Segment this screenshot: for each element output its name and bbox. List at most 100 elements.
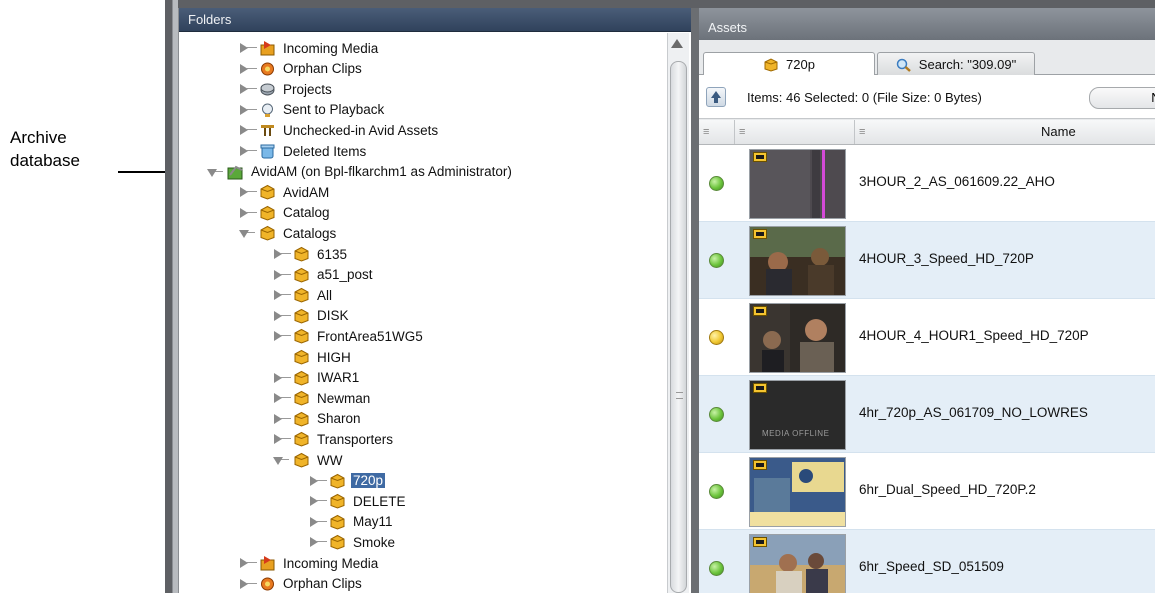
- collapsed-arrow-icon[interactable]: [237, 62, 257, 76]
- tab-720p[interactable]: 720p: [703, 52, 875, 76]
- folder-tree-item[interactable]: Sent to Playback: [237, 100, 386, 120]
- status-indicator-icon: [709, 253, 724, 268]
- folder-tree-item[interactable]: 720p: [307, 471, 386, 491]
- asset-thumbnail[interactable]: [749, 534, 846, 593]
- collapsed-arrow-icon[interactable]: [307, 494, 327, 508]
- collapsed-arrow-icon[interactable]: [237, 185, 257, 199]
- collapsed-arrow-icon[interactable]: [237, 577, 257, 591]
- projects-icon: [259, 81, 276, 97]
- asset-thumbnail[interactable]: [749, 226, 846, 296]
- folder-tree-item[interactable]: IWAR1: [271, 368, 361, 388]
- folder-tree-item[interactable]: Orphan Clips: [237, 59, 364, 79]
- thumbnail-column-header[interactable]: ≡: [735, 120, 855, 144]
- column-menu-icon[interactable]: ≡: [859, 126, 865, 138]
- collapsed-arrow-icon[interactable]: [271, 391, 291, 405]
- scrollbar-thumb[interactable]: [670, 61, 687, 593]
- folder-tree-item[interactable]: Incoming Media: [237, 553, 380, 573]
- table-row[interactable]: 4HOUR_4_HOUR1_Speed_HD_720P: [699, 299, 1155, 376]
- folder-tree-item[interactable]: Newman: [271, 388, 372, 408]
- collapsed-arrow-icon[interactable]: [237, 82, 257, 96]
- collapsed-arrow-icon[interactable]: [271, 432, 291, 446]
- film-icon: [753, 152, 767, 162]
- collapsed-arrow-icon[interactable]: [237, 41, 257, 55]
- status-column-header[interactable]: ≡: [699, 120, 735, 144]
- column-menu-icon[interactable]: ≡: [739, 126, 745, 138]
- scroll-up-icon[interactable]: [671, 39, 683, 48]
- folder-tree-item[interactable]: Projects: [237, 79, 334, 99]
- collapsed-arrow-icon[interactable]: [237, 103, 257, 117]
- folder-tree-item[interactable]: AvidAM: [237, 182, 331, 202]
- folder-tree-item[interactable]: Unchecked-in Avid Assets: [237, 120, 440, 140]
- column-menu-icon[interactable]: ≡: [703, 126, 709, 138]
- folder-label: Incoming Media: [283, 40, 379, 56]
- collapsed-arrow-icon[interactable]: [307, 535, 327, 549]
- table-row[interactable]: MEDIA OFFLINE 4hr_720p_AS_061709_NO_LOWRE…: [699, 376, 1155, 453]
- collapsed-arrow-icon[interactable]: [271, 371, 291, 385]
- tab-search[interactable]: Search: "309.09": [877, 52, 1035, 76]
- table-row[interactable]: 4HOUR_3_Speed_HD_720P: [699, 222, 1155, 299]
- collapsed-arrow-icon[interactable]: [271, 309, 291, 323]
- folder-tree-item[interactable]: HIGH: [271, 347, 353, 367]
- go-up-button[interactable]: [706, 87, 726, 107]
- collapsed-arrow-icon[interactable]: [271, 329, 291, 343]
- folder-tree-item[interactable]: DELETE: [307, 491, 408, 511]
- table-row[interactable]: 6hr_Dual_Speed_HD_720P.2: [699, 453, 1155, 530]
- name-column-header[interactable]: ≡ Name: [855, 120, 1155, 144]
- collapsed-arrow-icon[interactable]: [271, 268, 291, 282]
- asset-thumbnail[interactable]: [749, 303, 846, 373]
- folder-tree[interactable]: Incoming Media Orphan Clips Projects Sent t…: [179, 38, 666, 593]
- folder-tree-item[interactable]: Transporters: [271, 429, 395, 449]
- grip-icon: [676, 392, 683, 399]
- folder-tree-item[interactable]: Smoke: [307, 532, 397, 552]
- collapsed-arrow-icon[interactable]: [271, 247, 291, 261]
- collapsed-arrow-icon[interactable]: [237, 206, 257, 220]
- collapsed-arrow-icon[interactable]: [237, 123, 257, 137]
- asset-thumbnail[interactable]: [749, 457, 846, 527]
- folder-tree-item[interactable]: Catalog: [237, 203, 332, 223]
- folders-scrollbar[interactable]: [667, 33, 689, 593]
- folder-tree-item[interactable]: a51_post: [271, 265, 375, 285]
- asset-name: 4hr_720p_AS_061709_NO_LOWRES: [859, 405, 1088, 420]
- archive-database-icon: [227, 164, 244, 180]
- expanded-arrow-icon[interactable]: [205, 165, 223, 179]
- asset-thumbnail[interactable]: MEDIA OFFLINE: [749, 380, 846, 450]
- panel-divider[interactable]: [691, 8, 699, 593]
- collapsed-arrow-icon[interactable]: [271, 412, 291, 426]
- folder-tree-item[interactable]: WW: [271, 450, 344, 470]
- catalog-icon: [293, 431, 310, 447]
- folder-label: Projects: [283, 81, 332, 97]
- folder-tree-item[interactable]: DISK: [271, 306, 351, 326]
- film-icon: [753, 229, 767, 239]
- collapsed-arrow-icon[interactable]: [237, 144, 257, 158]
- collapsed-arrow-icon[interactable]: [237, 556, 257, 570]
- asset-thumbnail[interactable]: [749, 149, 846, 219]
- folder-label: Deleted Items: [283, 143, 367, 159]
- folder-tree-item[interactable]: Catalogs: [237, 223, 338, 243]
- folder-label: Sent to Playback: [283, 102, 385, 118]
- folder-tree-item[interactable]: Deleted Items: [237, 141, 368, 161]
- catalog-icon: [293, 452, 310, 468]
- expanded-arrow-icon[interactable]: [271, 453, 289, 467]
- folder-tree-item[interactable]: 6135: [271, 244, 349, 264]
- folder-tree-item[interactable]: May11: [307, 512, 395, 532]
- collapsed-arrow-icon[interactable]: [307, 515, 327, 529]
- folder-label: Transporters: [317, 431, 394, 447]
- table-row[interactable]: 3HOUR_2_AS_061609.22_AHO: [699, 145, 1155, 222]
- incoming-media-icon: [259, 40, 276, 56]
- folder-tree-item[interactable]: FrontArea51WG5: [271, 326, 425, 346]
- catalog-icon: [293, 328, 310, 344]
- folder-tree-item[interactable]: Orphan Clips: [237, 574, 364, 593]
- catalog-icon: [259, 205, 276, 221]
- folder-tree-item[interactable]: All: [271, 285, 334, 305]
- expanded-arrow-icon[interactable]: [237, 226, 255, 240]
- toolbar-button[interactable]: N: [1089, 87, 1155, 109]
- collapsed-arrow-icon[interactable]: [271, 288, 291, 302]
- status-indicator-icon: [709, 484, 724, 499]
- collapsed-arrow-icon[interactable]: [307, 474, 327, 488]
- status-indicator-icon: [709, 561, 724, 576]
- table-row[interactable]: 6hr_Speed_SD_051509: [699, 530, 1155, 593]
- folder-tree-item[interactable]: Sharon: [271, 409, 363, 429]
- folder-tree-item[interactable]: AvidAM (on Bpl-flkarchm1 as Administrato…: [205, 162, 514, 182]
- folder-tree-item[interactable]: Incoming Media: [237, 38, 380, 58]
- window-frame-left: [165, 0, 173, 593]
